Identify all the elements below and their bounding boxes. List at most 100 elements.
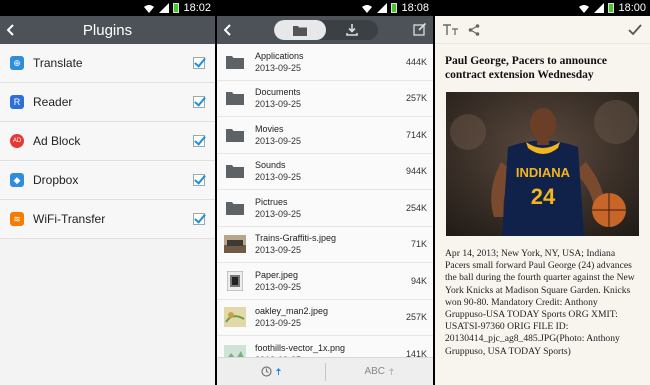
plugin-checkbox[interactable] [193, 213, 205, 225]
file-row[interactable]: Paper.jpeg 2013-09-25 94K [217, 263, 433, 300]
plugin-label: Translate [33, 56, 83, 70]
plugin-label: Reader [33, 95, 73, 109]
file-list: Applications 2013-09-25 444K Documents 2013-… [217, 44, 433, 373]
plugin-row[interactable]: ≋ WiFi-Transfer [0, 200, 215, 239]
back-icon[interactable] [0, 16, 22, 44]
text-size-icon[interactable] [443, 24, 459, 36]
file-name: Paper.jpeg [255, 269, 299, 280]
file-name: Applications [255, 50, 304, 61]
translate-icon: ⊕ [10, 56, 24, 70]
file-info: Documents 2013-09-25 [255, 86, 406, 110]
battery-icon [173, 3, 180, 13]
folder-tab[interactable] [274, 20, 326, 40]
file-row[interactable]: Pictrues 2013-09-25 254K [217, 190, 433, 227]
file-size: 714K [405, 129, 427, 140]
status-time: 18:02 [183, 2, 211, 14]
file-row[interactable]: Applications 2013-09-25 444K [217, 44, 433, 81]
file-row[interactable]: Sounds 2013-09-25 944K [217, 153, 433, 190]
download-tab[interactable] [326, 20, 378, 40]
clock-icon [261, 366, 272, 377]
file-size: 444K [405, 56, 427, 67]
reader-icon: R [10, 95, 24, 109]
plugin-label: Ad Block [33, 134, 81, 148]
file-info: Applications 2013-09-25 [255, 50, 406, 74]
file-info: oakley_man2.jpeg 2013-09-25 [255, 305, 406, 329]
folder-icon [224, 197, 246, 219]
view-toggle [274, 20, 378, 40]
status-time: 18:08 [401, 2, 429, 14]
file-info: Trains-Graffiti-s.jpeg 2013-09-25 [255, 232, 411, 256]
wifi-icon [143, 4, 155, 13]
file-size: 257K [405, 93, 427, 104]
file-size: 257K [405, 312, 427, 323]
file-name: Movies [255, 123, 284, 134]
share-icon[interactable] [468, 24, 480, 36]
sort-abc-label: ABC [364, 366, 386, 377]
download-icon [346, 24, 358, 36]
wifi-icon [578, 4, 590, 13]
article-panel: 18:00 Paul George, Pacers to announce co… [435, 0, 650, 385]
battery-icon [391, 3, 398, 13]
file-row[interactable]: Trains-Graffiti-s.jpeg 2013-09-25 71K [217, 226, 433, 263]
page-title: Plugins [82, 21, 133, 39]
plugin-checkbox[interactable] [193, 96, 205, 108]
file-row[interactable]: Movies 2013-09-25 714K [217, 117, 433, 154]
plugin-checkbox[interactable] [193, 135, 205, 147]
file-date: 2013-09-25 [255, 281, 302, 292]
article-photo: INDIANA 24 [446, 92, 639, 236]
adblock-icon: AD [10, 134, 24, 148]
file-size: 71K [410, 239, 427, 250]
folder-icon [293, 25, 307, 36]
folder-icon [224, 51, 246, 73]
done-check-icon[interactable] [628, 24, 642, 36]
folder-icon [224, 87, 246, 109]
file-size: 944K [405, 166, 427, 177]
article-headline: Paul George, Pacers to announce contract… [445, 55, 607, 81]
file-row[interactable]: oakley_man2.jpeg 2013-09-25 257K [217, 299, 433, 336]
plugin-row[interactable]: R Reader [0, 83, 215, 122]
plugin-label: Dropbox [33, 173, 79, 187]
jersey-number: 24 [531, 184, 556, 209]
back-icon[interactable] [217, 16, 239, 44]
files-header [217, 16, 433, 44]
plugin-row[interactable]: AD Ad Block [0, 122, 215, 161]
plugin-checkbox[interactable] [193, 57, 205, 69]
sort-by-name-button[interactable]: ABC [326, 366, 434, 377]
signal-icon [377, 3, 388, 13]
plugin-row[interactable]: ⊕ Translate [0, 44, 215, 83]
image-thumbnail [224, 270, 246, 292]
file-date: 2013-09-25 [255, 208, 302, 219]
file-name: Sounds [255, 160, 286, 171]
folder-icon [224, 124, 246, 146]
sort-by-time-button[interactable] [217, 366, 325, 377]
file-date: 2013-09-25 [255, 318, 302, 329]
folder-icon [224, 160, 246, 182]
signal-icon [594, 3, 605, 13]
status-bar: 18:08 [217, 0, 433, 16]
plugins-header: Plugins [0, 16, 215, 44]
sort-bar: ABC [217, 357, 433, 385]
edit-icon[interactable] [413, 22, 427, 36]
jersey-text: INDIANA [516, 165, 571, 180]
wifi-icon [361, 4, 373, 13]
article-body: Apr 14, 2013; New York, NY, USA; Indiana… [445, 248, 635, 357]
file-name: Documents [255, 87, 301, 98]
signal-icon [159, 3, 170, 13]
file-name: oakley_man2.jpeg [255, 306, 329, 317]
file-date: 2013-09-25 [255, 172, 302, 183]
plugin-checkbox[interactable] [193, 174, 205, 186]
file-date: 2013-09-25 [255, 245, 302, 256]
file-name: foothills-vector_1x.png [255, 342, 346, 353]
image-thumbnail [224, 306, 246, 328]
battery-icon [608, 3, 615, 13]
file-date: 2013-09-25 [255, 99, 302, 110]
file-info: Paper.jpeg 2013-09-25 [255, 269, 411, 293]
image-thumbnail [224, 233, 246, 255]
file-info: Movies 2013-09-25 [255, 123, 406, 147]
status-bar: 18:00 [435, 0, 650, 16]
files-panel: 18:08 Applications 2013-09-25 444K Document… [217, 0, 433, 385]
status-time: 18:00 [618, 2, 646, 14]
file-row[interactable]: Documents 2013-09-25 257K [217, 80, 433, 117]
plugin-row[interactable]: ◆ Dropbox [0, 161, 215, 200]
sort-arrow-icon [389, 368, 395, 375]
